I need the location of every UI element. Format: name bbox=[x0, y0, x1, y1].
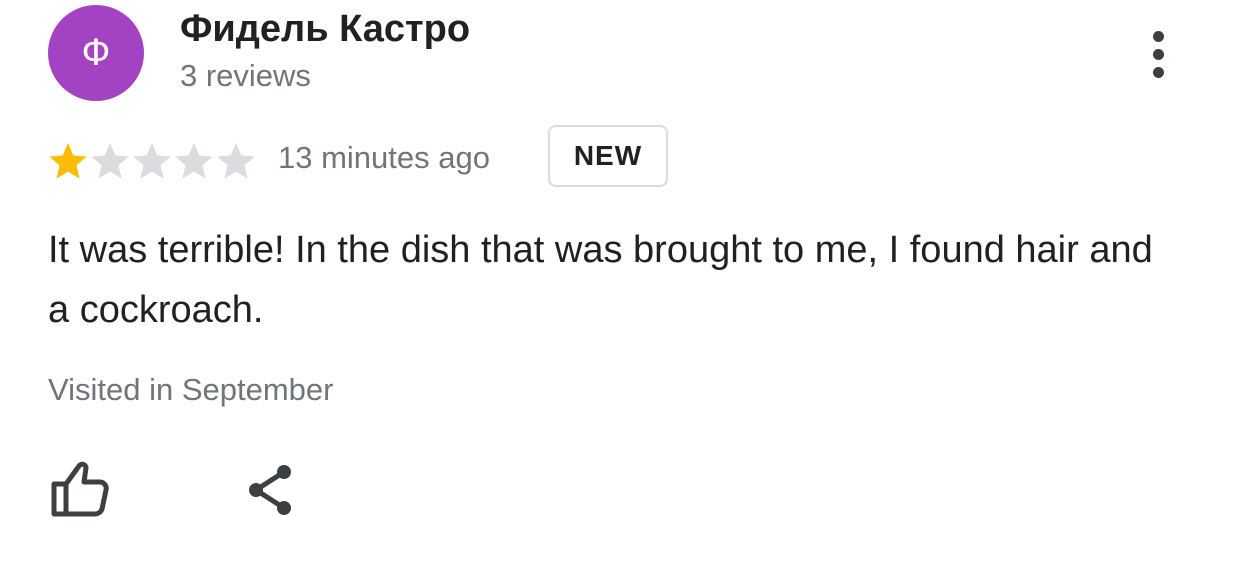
more-options-button[interactable] bbox=[1136, 24, 1180, 84]
review-count[interactable]: 3 reviews bbox=[180, 58, 311, 94]
star-rating bbox=[47, 141, 257, 181]
avatar[interactable]: Ф bbox=[48, 5, 144, 101]
star-empty-icon bbox=[217, 143, 255, 179]
like-button[interactable] bbox=[46, 458, 112, 520]
new-badge: NEW bbox=[548, 125, 668, 187]
more-vert-icon-dot bbox=[1152, 66, 1164, 78]
review-timestamp: 13 minutes ago bbox=[278, 140, 490, 175]
more-vert-icon bbox=[1152, 30, 1164, 42]
thumb-up-icon bbox=[51, 461, 109, 517]
star-filled-icon bbox=[49, 143, 87, 179]
author-name[interactable]: Фидель Кастро bbox=[180, 8, 470, 51]
visited-date: Visited in September bbox=[48, 372, 334, 407]
share-button[interactable] bbox=[240, 460, 300, 520]
star-empty-icon bbox=[133, 143, 171, 179]
review-text: It was terrible! In the dish that was br… bbox=[48, 229, 1153, 331]
more-vert-icon-dot bbox=[1152, 48, 1164, 60]
avatar-initial: Ф bbox=[81, 32, 111, 74]
star-empty-icon bbox=[175, 143, 213, 179]
star-empty-icon bbox=[91, 143, 129, 179]
share-icon bbox=[249, 465, 291, 515]
